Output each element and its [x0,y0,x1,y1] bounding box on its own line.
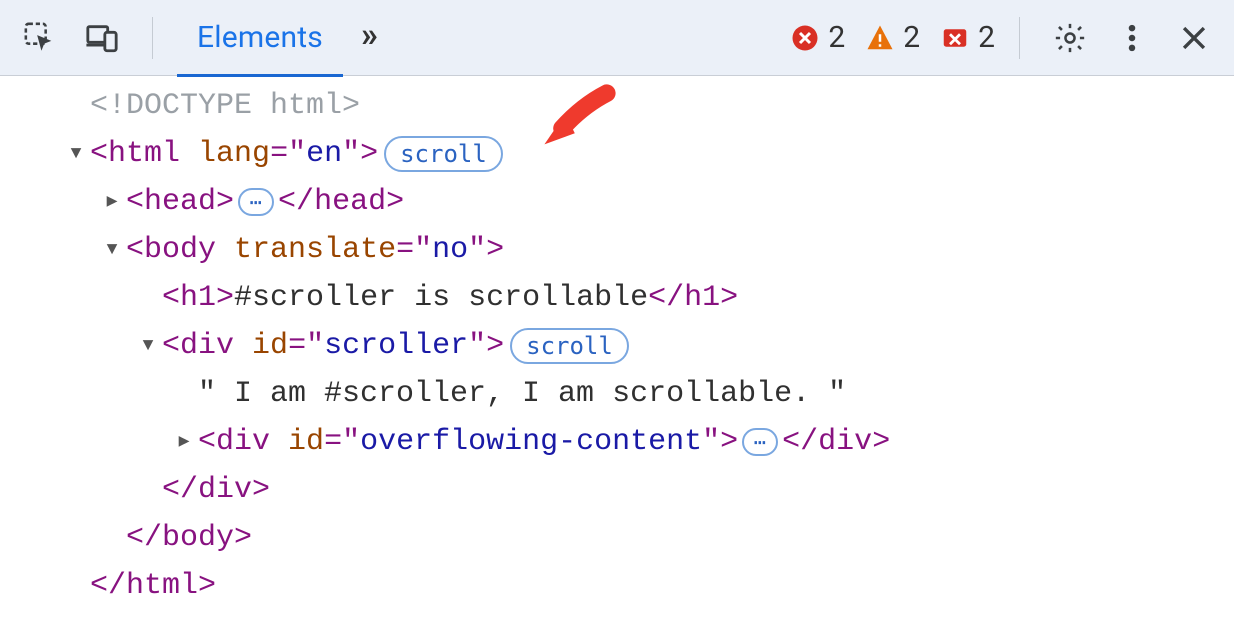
toolbar-divider [152,17,153,59]
expand-toggle-icon[interactable]: ▼ [136,332,160,361]
warnings-indicator[interactable]: 2 [865,20,920,55]
scroll-badge[interactable]: scroll [384,136,503,172]
tab-elements[interactable]: Elements [177,0,343,76]
issue-icon [940,23,970,53]
warnings-count: 2 [903,20,920,55]
dom-node-div-scroller[interactable]: ▼<div id="scroller">scroll [8,322,1226,370]
ellipsis-badge[interactable]: ⋯ [742,428,778,456]
expand-toggle-icon[interactable]: ▶ [100,188,124,217]
errors-count: 2 [828,20,845,55]
kebab-menu-icon[interactable] [1106,12,1158,64]
toolbar-divider [1019,17,1020,59]
devtools-toolbar: Elements » 2 2 2 [0,0,1234,76]
gear-icon[interactable] [1044,12,1096,64]
dom-node-body-close[interactable]: </body> [8,514,1226,562]
expand-toggle-icon[interactable]: ▼ [100,236,124,265]
issues-indicator[interactable]: 2 [940,20,995,55]
dom-text-node[interactable]: " I am #scroller, I am scrollable. " [8,370,1226,418]
dom-node-div-overflow[interactable]: ▶<div id="overflowing-content">⋯</div> [8,418,1226,466]
dom-node-html-close[interactable]: </html> [8,562,1226,610]
dom-node-doctype[interactable]: <!DOCTYPE html> [8,82,1226,130]
doctype-text: <!DOCTYPE html> [90,82,360,130]
dom-node-h1[interactable]: <h1>#scroller is scrollable</h1> [8,274,1226,322]
expand-toggle-icon[interactable]: ▶ [172,428,196,457]
ellipsis-badge[interactable]: ⋯ [238,188,274,216]
dom-node-html[interactable]: ▼<html lang="en">scroll [8,130,1226,178]
status-cluster: 2 2 2 [790,20,995,55]
expand-toggle-icon[interactable]: ▼ [64,140,88,169]
issues-count: 2 [978,20,995,55]
dom-node-body[interactable]: ▼<body translate="no"> [8,226,1226,274]
error-icon [790,23,820,53]
dom-node-div-scroller-close[interactable]: </div> [8,466,1226,514]
tab-elements-label: Elements [197,20,323,55]
inspect-icon[interactable] [14,12,66,64]
device-toggle-icon[interactable] [76,12,128,64]
close-icon[interactable] [1168,12,1220,64]
more-tabs-button[interactable]: » [353,15,386,61]
errors-indicator[interactable]: 2 [790,20,845,55]
dom-node-head[interactable]: ▶<head>⋯</head> [8,178,1226,226]
elements-dom-tree[interactable]: <!DOCTYPE html> ▼<html lang="en">scroll … [0,76,1234,610]
warning-icon [865,23,895,53]
scroll-badge[interactable]: scroll [510,328,629,364]
